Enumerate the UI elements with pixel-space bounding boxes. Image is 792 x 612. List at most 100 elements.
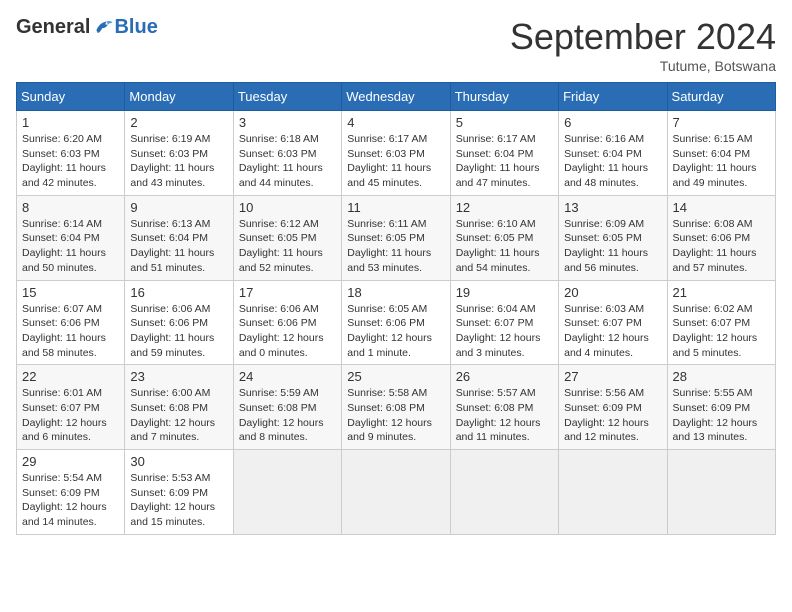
- calendar-table: Sunday Monday Tuesday Wednesday Thursday…: [16, 82, 776, 535]
- calendar-day-cell: 25 Sunrise: 5:58 AMSunset: 6:08 PMDayligh…: [342, 365, 450, 450]
- logo-bird-icon: [92, 17, 114, 39]
- col-friday: Friday: [559, 83, 667, 111]
- calendar-day-cell: 13 Sunrise: 6:09 AMSunset: 6:05 PMDayligh…: [559, 195, 667, 280]
- day-info: Sunrise: 6:20 AMSunset: 6:03 PMDaylight:…: [22, 132, 119, 191]
- location: Tutume, Botswana: [510, 58, 776, 74]
- day-number: 27: [564, 369, 661, 384]
- calendar-day-cell: 16 Sunrise: 6:06 AMSunset: 6:06 PMDayligh…: [125, 280, 233, 365]
- calendar-day-cell: 24Sunrise: 5:59 AMSunset: 6:08 PMDayligh…: [233, 365, 341, 450]
- title-block: September 2024 Tutume, Botswana: [510, 16, 776, 74]
- day-number: 11: [347, 200, 444, 215]
- page-header: General Blue September 2024 Tutume, Bots…: [16, 16, 776, 74]
- calendar-day-cell: 5 Sunrise: 6:17 AMSunset: 6:04 PMDaylight…: [450, 111, 558, 196]
- day-info: Sunrise: 6:08 AMSunset: 6:06 PMDaylight:…: [673, 217, 770, 276]
- calendar-day-cell: 2 Sunrise: 6:19 AMSunset: 6:03 PMDaylight…: [125, 111, 233, 196]
- day-info: Sunrise: 6:13 AMSunset: 6:04 PMDaylight:…: [130, 217, 227, 276]
- calendar-day-cell: 12 Sunrise: 6:10 AMSunset: 6:05 PMDayligh…: [450, 195, 558, 280]
- day-number: 25: [347, 369, 444, 384]
- day-number: 15: [22, 285, 119, 300]
- calendar-day-cell: [559, 450, 667, 535]
- day-info: Sunrise: 6:17 AMSunset: 6:04 PMDaylight:…: [456, 132, 553, 191]
- day-info: Sunrise: 6:01 AMSunset: 6:07 PMDaylight:…: [22, 386, 119, 445]
- calendar-week-row: 22 Sunrise: 6:01 AMSunset: 6:07 PMDayligh…: [17, 365, 776, 450]
- calendar-day-cell: [233, 450, 341, 535]
- day-info: Sunrise: 6:02 AMSunset: 6:07 PMDaylight:…: [673, 302, 770, 361]
- calendar-day-cell: 17Sunrise: 6:06 AMSunset: 6:06 PMDayligh…: [233, 280, 341, 365]
- day-number: 5: [456, 115, 553, 130]
- calendar-week-row: 29 Sunrise: 5:54 AMSunset: 6:09 PMDayligh…: [17, 450, 776, 535]
- calendar-day-cell: [342, 450, 450, 535]
- col-tuesday: Tuesday: [233, 83, 341, 111]
- day-info: Sunrise: 5:58 AMSunset: 6:08 PMDaylight:…: [347, 386, 444, 445]
- calendar-week-row: 1 Sunrise: 6:20 AMSunset: 6:03 PMDaylight…: [17, 111, 776, 196]
- calendar-day-cell: 18Sunrise: 6:05 AMSunset: 6:06 PMDayligh…: [342, 280, 450, 365]
- day-info: Sunrise: 6:04 AMSunset: 6:07 PMDaylight:…: [456, 302, 553, 361]
- col-saturday: Saturday: [667, 83, 775, 111]
- day-number: 10: [239, 200, 336, 215]
- day-info: Sunrise: 6:00 AMSunset: 6:08 PMDaylight:…: [130, 386, 227, 445]
- calendar-day-cell: 6 Sunrise: 6:16 AMSunset: 6:04 PMDaylight…: [559, 111, 667, 196]
- calendar-day-cell: 23 Sunrise: 6:00 AMSunset: 6:08 PMDayligh…: [125, 365, 233, 450]
- calendar-day-cell: 11 Sunrise: 6:11 AMSunset: 6:05 PMDayligh…: [342, 195, 450, 280]
- day-number: 26: [456, 369, 553, 384]
- day-info: Sunrise: 6:17 AMSunset: 6:03 PMDaylight:…: [347, 132, 444, 191]
- day-number: 4: [347, 115, 444, 130]
- calendar-day-cell: [450, 450, 558, 535]
- day-info: Sunrise: 6:09 AMSunset: 6:05 PMDaylight:…: [564, 217, 661, 276]
- day-number: 6: [564, 115, 661, 130]
- day-info: Sunrise: 6:06 AMSunset: 6:06 PMDaylight:…: [130, 302, 227, 361]
- col-thursday: Thursday: [450, 83, 558, 111]
- day-info: Sunrise: 5:57 AMSunset: 6:08 PMDaylight:…: [456, 386, 553, 445]
- day-number: 21: [673, 285, 770, 300]
- calendar-day-cell: 20 Sunrise: 6:03 AMSunset: 6:07 PMDayligh…: [559, 280, 667, 365]
- day-number: 23: [130, 369, 227, 384]
- day-info: Sunrise: 6:16 AMSunset: 6:04 PMDaylight:…: [564, 132, 661, 191]
- day-number: 16: [130, 285, 227, 300]
- col-sunday: Sunday: [17, 83, 125, 111]
- day-info: Sunrise: 6:19 AMSunset: 6:03 PMDaylight:…: [130, 132, 227, 191]
- col-wednesday: Wednesday: [342, 83, 450, 111]
- col-monday: Monday: [125, 83, 233, 111]
- calendar-day-cell: 14 Sunrise: 6:08 AMSunset: 6:06 PMDayligh…: [667, 195, 775, 280]
- day-number: 22: [22, 369, 119, 384]
- day-info: Sunrise: 6:11 AMSunset: 6:05 PMDaylight:…: [347, 217, 444, 276]
- logo: General Blue: [16, 16, 158, 39]
- calendar-day-cell: 29 Sunrise: 5:54 AMSunset: 6:09 PMDayligh…: [17, 450, 125, 535]
- day-number: 17: [239, 285, 336, 300]
- day-number: 3: [239, 115, 336, 130]
- calendar-day-cell: 1 Sunrise: 6:20 AMSunset: 6:03 PMDaylight…: [17, 111, 125, 196]
- day-number: 7: [673, 115, 770, 130]
- day-number: 30: [130, 454, 227, 469]
- day-number: 13: [564, 200, 661, 215]
- day-number: 1: [22, 115, 119, 130]
- calendar-day-cell: 7 Sunrise: 6:15 AMSunset: 6:04 PMDaylight…: [667, 111, 775, 196]
- day-number: 2: [130, 115, 227, 130]
- day-info: Sunrise: 6:05 AMSunset: 6:06 PMDaylight:…: [347, 302, 444, 361]
- calendar-day-cell: 22 Sunrise: 6:01 AMSunset: 6:07 PMDayligh…: [17, 365, 125, 450]
- calendar-day-cell: [667, 450, 775, 535]
- calendar-day-cell: 4 Sunrise: 6:17 AMSunset: 6:03 PMDaylight…: [342, 111, 450, 196]
- day-info: Sunrise: 6:15 AMSunset: 6:04 PMDaylight:…: [673, 132, 770, 191]
- day-info: Sunrise: 6:03 AMSunset: 6:07 PMDaylight:…: [564, 302, 661, 361]
- day-number: 29: [22, 454, 119, 469]
- day-info: Sunrise: 5:56 AMSunset: 6:09 PMDaylight:…: [564, 386, 661, 445]
- logo-blue-text: Blue: [114, 16, 157, 39]
- day-info: Sunrise: 5:53 AMSunset: 6:09 PMDaylight:…: [130, 471, 227, 530]
- day-info: Sunrise: 6:07 AMSunset: 6:06 PMDaylight:…: [22, 302, 119, 361]
- day-number: 14: [673, 200, 770, 215]
- day-info: Sunrise: 6:18 AMSunset: 6:03 PMDaylight:…: [239, 132, 336, 191]
- calendar-day-cell: 10 Sunrise: 6:12 AMSunset: 6:05 PMDayligh…: [233, 195, 341, 280]
- calendar-day-cell: 8Sunrise: 6:14 AMSunset: 6:04 PMDaylight…: [17, 195, 125, 280]
- calendar-day-cell: 28Sunrise: 5:55 AMSunset: 6:09 PMDayligh…: [667, 365, 775, 450]
- day-info: Sunrise: 5:59 AMSunset: 6:08 PMDaylight:…: [239, 386, 336, 445]
- day-info: Sunrise: 5:54 AMSunset: 6:09 PMDaylight:…: [22, 471, 119, 530]
- day-number: 20: [564, 285, 661, 300]
- day-number: 28: [673, 369, 770, 384]
- day-info: Sunrise: 6:12 AMSunset: 6:05 PMDaylight:…: [239, 217, 336, 276]
- calendar-day-cell: 9Sunrise: 6:13 AMSunset: 6:04 PMDaylight…: [125, 195, 233, 280]
- calendar-day-cell: 27 Sunrise: 5:56 AMSunset: 6:09 PMDayligh…: [559, 365, 667, 450]
- day-number: 12: [456, 200, 553, 215]
- day-info: Sunrise: 6:10 AMSunset: 6:05 PMDaylight:…: [456, 217, 553, 276]
- day-number: 19: [456, 285, 553, 300]
- calendar-week-row: 15 Sunrise: 6:07 AMSunset: 6:06 PMDayligh…: [17, 280, 776, 365]
